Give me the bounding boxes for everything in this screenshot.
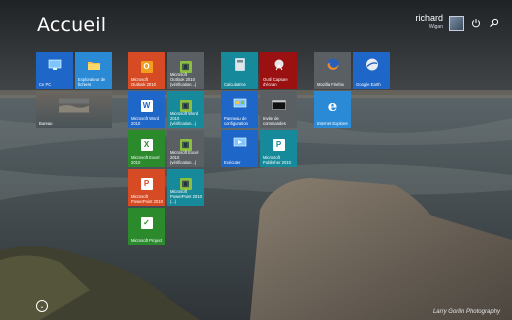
scissors-icon — [272, 58, 286, 76]
user-names: richard Wigan — [415, 14, 443, 32]
tile-publisher[interactable]: P Microsoft Publisher 2010 — [260, 130, 297, 167]
tile-word[interactable]: W Microsoft Word 2010 — [128, 91, 165, 128]
tool-icon: ▣ — [179, 138, 192, 151]
tile-explorateur[interactable]: Explorateur de fichiers — [75, 52, 112, 89]
avatar[interactable] — [449, 15, 464, 31]
user-subtitle: Wigan — [428, 24, 443, 30]
tile-excel[interactable]: X Microsoft Excel 2010 — [128, 130, 165, 167]
cmd-icon — [271, 97, 286, 115]
tile-invite[interactable]: Invite de commandes — [260, 91, 297, 128]
tile-project[interactable]: ✓ Microsoft Project — [128, 208, 165, 245]
tile-outlook[interactable]: O Microsoft Outlook 2010 — [128, 52, 165, 89]
tile-firefox[interactable]: Mozilla Firefox — [314, 52, 351, 89]
tile-label: Calculatrice — [224, 82, 246, 87]
tile-label: Microsoft Publisher 2010 — [263, 155, 291, 165]
tile-label: Microsoft Excel 2010 — [131, 155, 160, 165]
tile-panneau[interactable]: Panneau de configuration — [221, 91, 258, 128]
control-panel-icon — [233, 97, 247, 115]
tile-outlook-tool[interactable]: ▣ Microsoft Outlook 2010 (vérification..… — [167, 52, 204, 89]
tile-label: Microsoft Excel 2010 (vérification...) — [170, 150, 199, 165]
tile-bureau[interactable]: Bureau — [36, 91, 112, 128]
tile-label: Microsoft Word 2010 — [131, 116, 160, 126]
tile-ce-pc[interactable]: Ce PC — [36, 52, 73, 89]
firefox-icon — [326, 57, 340, 76]
tile-label: Explorateur de fichiers — [78, 77, 106, 87]
tile-label: Microsoft Word 2010 (vérification...) — [170, 111, 199, 126]
folder-icon — [87, 58, 101, 76]
tile-label: Google Earth — [356, 82, 381, 87]
desktop-icon — [59, 98, 89, 117]
tile-excel-tool[interactable]: ▣ Microsoft Excel 2010 (vérification...) — [167, 130, 204, 167]
user-name: richard — [415, 13, 443, 23]
tool-icon: ▣ — [179, 177, 192, 190]
earth-icon — [365, 57, 379, 76]
tile-label: Microsoft Outlook 2010 (vérification...) — [170, 72, 197, 87]
tile-internet-explorer[interactable]: e Internet Explorer — [314, 91, 351, 128]
publisher-icon: P — [272, 138, 285, 151]
tile-word-tool[interactable]: ▣ Microsoft Word 2010 (vérification...) — [167, 91, 204, 128]
tile-label: Panneau de configuration — [224, 116, 248, 126]
powerpoint-icon: P — [140, 177, 153, 190]
calculator-icon — [234, 58, 245, 76]
tile-label: Outil Capture d'écran — [263, 77, 288, 87]
project-icon: ✓ — [140, 216, 153, 229]
run-icon — [233, 136, 247, 154]
tile-label: Microsoft Outlook 2010 — [131, 77, 156, 87]
user-area[interactable]: richard Wigan — [415, 14, 500, 32]
ie-icon: e — [327, 96, 338, 115]
tile-capture[interactable]: Outil Capture d'écran — [260, 52, 297, 89]
tile-google-earth[interactable]: Google Earth — [353, 52, 390, 89]
tile-label: Microsoft PowerPoint 2010 (...) — [170, 189, 202, 204]
arrow-down-icon: ⌄ — [39, 303, 45, 310]
excel-icon: X — [140, 138, 153, 151]
search-icon[interactable] — [488, 17, 500, 29]
tile-label: Mozilla Firefox — [317, 82, 344, 87]
tile-label: Microsoft PowerPoint 2010 — [131, 194, 163, 204]
outlook-icon: O — [140, 60, 153, 73]
tool-icon: ▣ — [179, 60, 192, 73]
tile-calculatrice[interactable]: Calculatrice — [221, 52, 258, 89]
tile-powerpoint-tool[interactable]: ▣ Microsoft PowerPoint 2010 (...) — [167, 169, 204, 206]
tile-label: Internet Explorer — [317, 121, 348, 126]
tile-executer[interactable]: Exécuter — [221, 130, 258, 167]
tile-label: Ce PC — [39, 82, 52, 87]
photo-credit: Larry Gorlin Photography — [432, 309, 500, 315]
tool-icon: ▣ — [179, 99, 192, 112]
tile-label: Exécuter — [224, 160, 241, 165]
tile-powerpoint[interactable]: P Microsoft PowerPoint 2010 — [128, 169, 165, 206]
page-title: Accueil — [37, 14, 107, 36]
computer-icon — [48, 58, 62, 76]
power-icon[interactable] — [470, 17, 482, 29]
all-apps-button[interactable]: ⌄ — [36, 300, 48, 312]
word-icon: W — [140, 99, 153, 112]
tile-label: Invite de commandes — [263, 116, 286, 126]
tile-label: Bureau — [39, 121, 53, 126]
tile-label: Microsoft Project — [131, 238, 163, 243]
